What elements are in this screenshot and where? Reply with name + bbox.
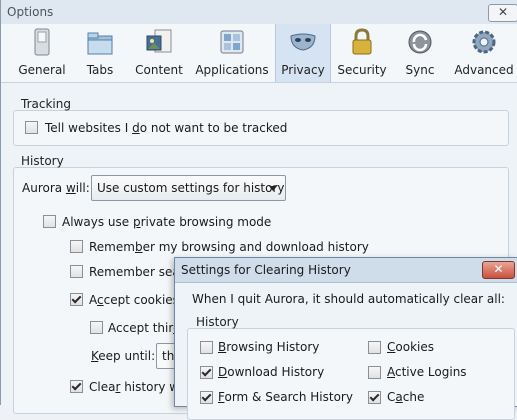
folders-icon [87, 32, 113, 55]
accept-third-party-checkbox[interactable] [90, 321, 103, 334]
dialog-close-button[interactable]: ✕ [482, 261, 515, 279]
applications-icon [220, 30, 244, 54]
dialog-intro: When I quit Aurora, it should automatica… [192, 292, 505, 306]
cookies-checkbox[interactable] [368, 341, 381, 354]
switch-icon [34, 28, 50, 56]
history-mode-select[interactable]: Use custom settings for history [91, 175, 286, 201]
pane-label: Tabs [86, 63, 114, 77]
sync-icon [408, 30, 432, 54]
pane-label: Advanced [454, 63, 514, 77]
content-icon [146, 29, 172, 53]
browsing-history-checkbox[interactable] [200, 341, 213, 354]
pane-label: Content [135, 63, 183, 77]
browsing-history-label: Browsing History [218, 340, 320, 354]
title-bar: Options ✕ [1, 0, 517, 24]
private-browsing-label: Always use private browsing mode [62, 215, 272, 229]
accept-cookies-checkbox[interactable] [70, 293, 83, 306]
pane-label: Security [337, 63, 387, 77]
history-caption: History [21, 154, 64, 168]
keep-until-label: Keep until: [91, 349, 156, 363]
private-browsing-checkbox[interactable] [43, 215, 56, 228]
pane-privacy[interactable]: Privacy [275, 24, 331, 82]
dropdown-arrow-icon [269, 186, 277, 191]
pane-label: Applications [195, 63, 269, 77]
pane-content[interactable]: Content [131, 24, 187, 82]
pane-tabs[interactable]: Tabs [77, 24, 123, 82]
close-icon: ✕ [493, 262, 504, 276]
do-not-track-label: Tell websites I do not want to be tracke… [45, 121, 288, 135]
do-not-track-checkbox[interactable] [25, 121, 38, 134]
remember-browsing-checkbox[interactable] [70, 240, 83, 253]
gear-icon [472, 30, 496, 54]
pane-sync[interactable]: Sync [397, 24, 443, 82]
download-history-checkbox[interactable] [200, 366, 213, 379]
clear-history-label: Clear history wh [89, 380, 187, 394]
dialog-title: Settings for Clearing History [181, 263, 351, 277]
form-search-history-checkbox[interactable] [200, 391, 213, 404]
remember-search-checkbox[interactable] [70, 265, 83, 278]
history-mode-label: Aurora will: [22, 181, 90, 195]
cache-label: Cache [387, 390, 425, 404]
mask-icon [290, 33, 316, 51]
dialog-history-caption: History [196, 315, 239, 329]
preferences-toolbar: General Tabs Content Applications Privac… [1, 24, 517, 83]
close-icon: ✕ [497, 5, 509, 19]
pane-advanced[interactable]: Advanced [453, 24, 515, 82]
pane-label: General [18, 63, 66, 77]
pane-applications[interactable]: Applications [195, 24, 269, 82]
history-mode-value: Use custom settings for history [97, 181, 285, 195]
clear-history-settings-dialog: Settings for Clearing History ✕ When I q… [174, 257, 517, 420]
form-search-history-label: Form & Search History [218, 390, 353, 404]
clear-history-checkbox[interactable] [70, 380, 83, 393]
cookies-label: Cookies [387, 340, 434, 354]
remember-browsing-label: Remember my browsing and download histor… [89, 240, 369, 254]
close-button[interactable]: ✕ [488, 4, 517, 22]
active-logins-label: Active Logins [387, 365, 467, 379]
dialog-title-bar: Settings for Clearing History ✕ [175, 258, 517, 283]
pane-security[interactable]: Security [335, 24, 389, 82]
window-title: Options [7, 5, 54, 19]
accept-cookies-label: Accept cookies f [89, 293, 187, 307]
active-logins-checkbox[interactable] [368, 366, 381, 379]
tracking-caption: Tracking [21, 97, 71, 111]
padlock-icon [352, 28, 372, 55]
pane-general[interactable]: General [13, 24, 71, 82]
download-history-label: Download History [218, 365, 325, 379]
cache-checkbox[interactable] [368, 391, 381, 404]
pane-label: Privacy [281, 63, 325, 77]
pane-label: Sync [405, 63, 435, 77]
